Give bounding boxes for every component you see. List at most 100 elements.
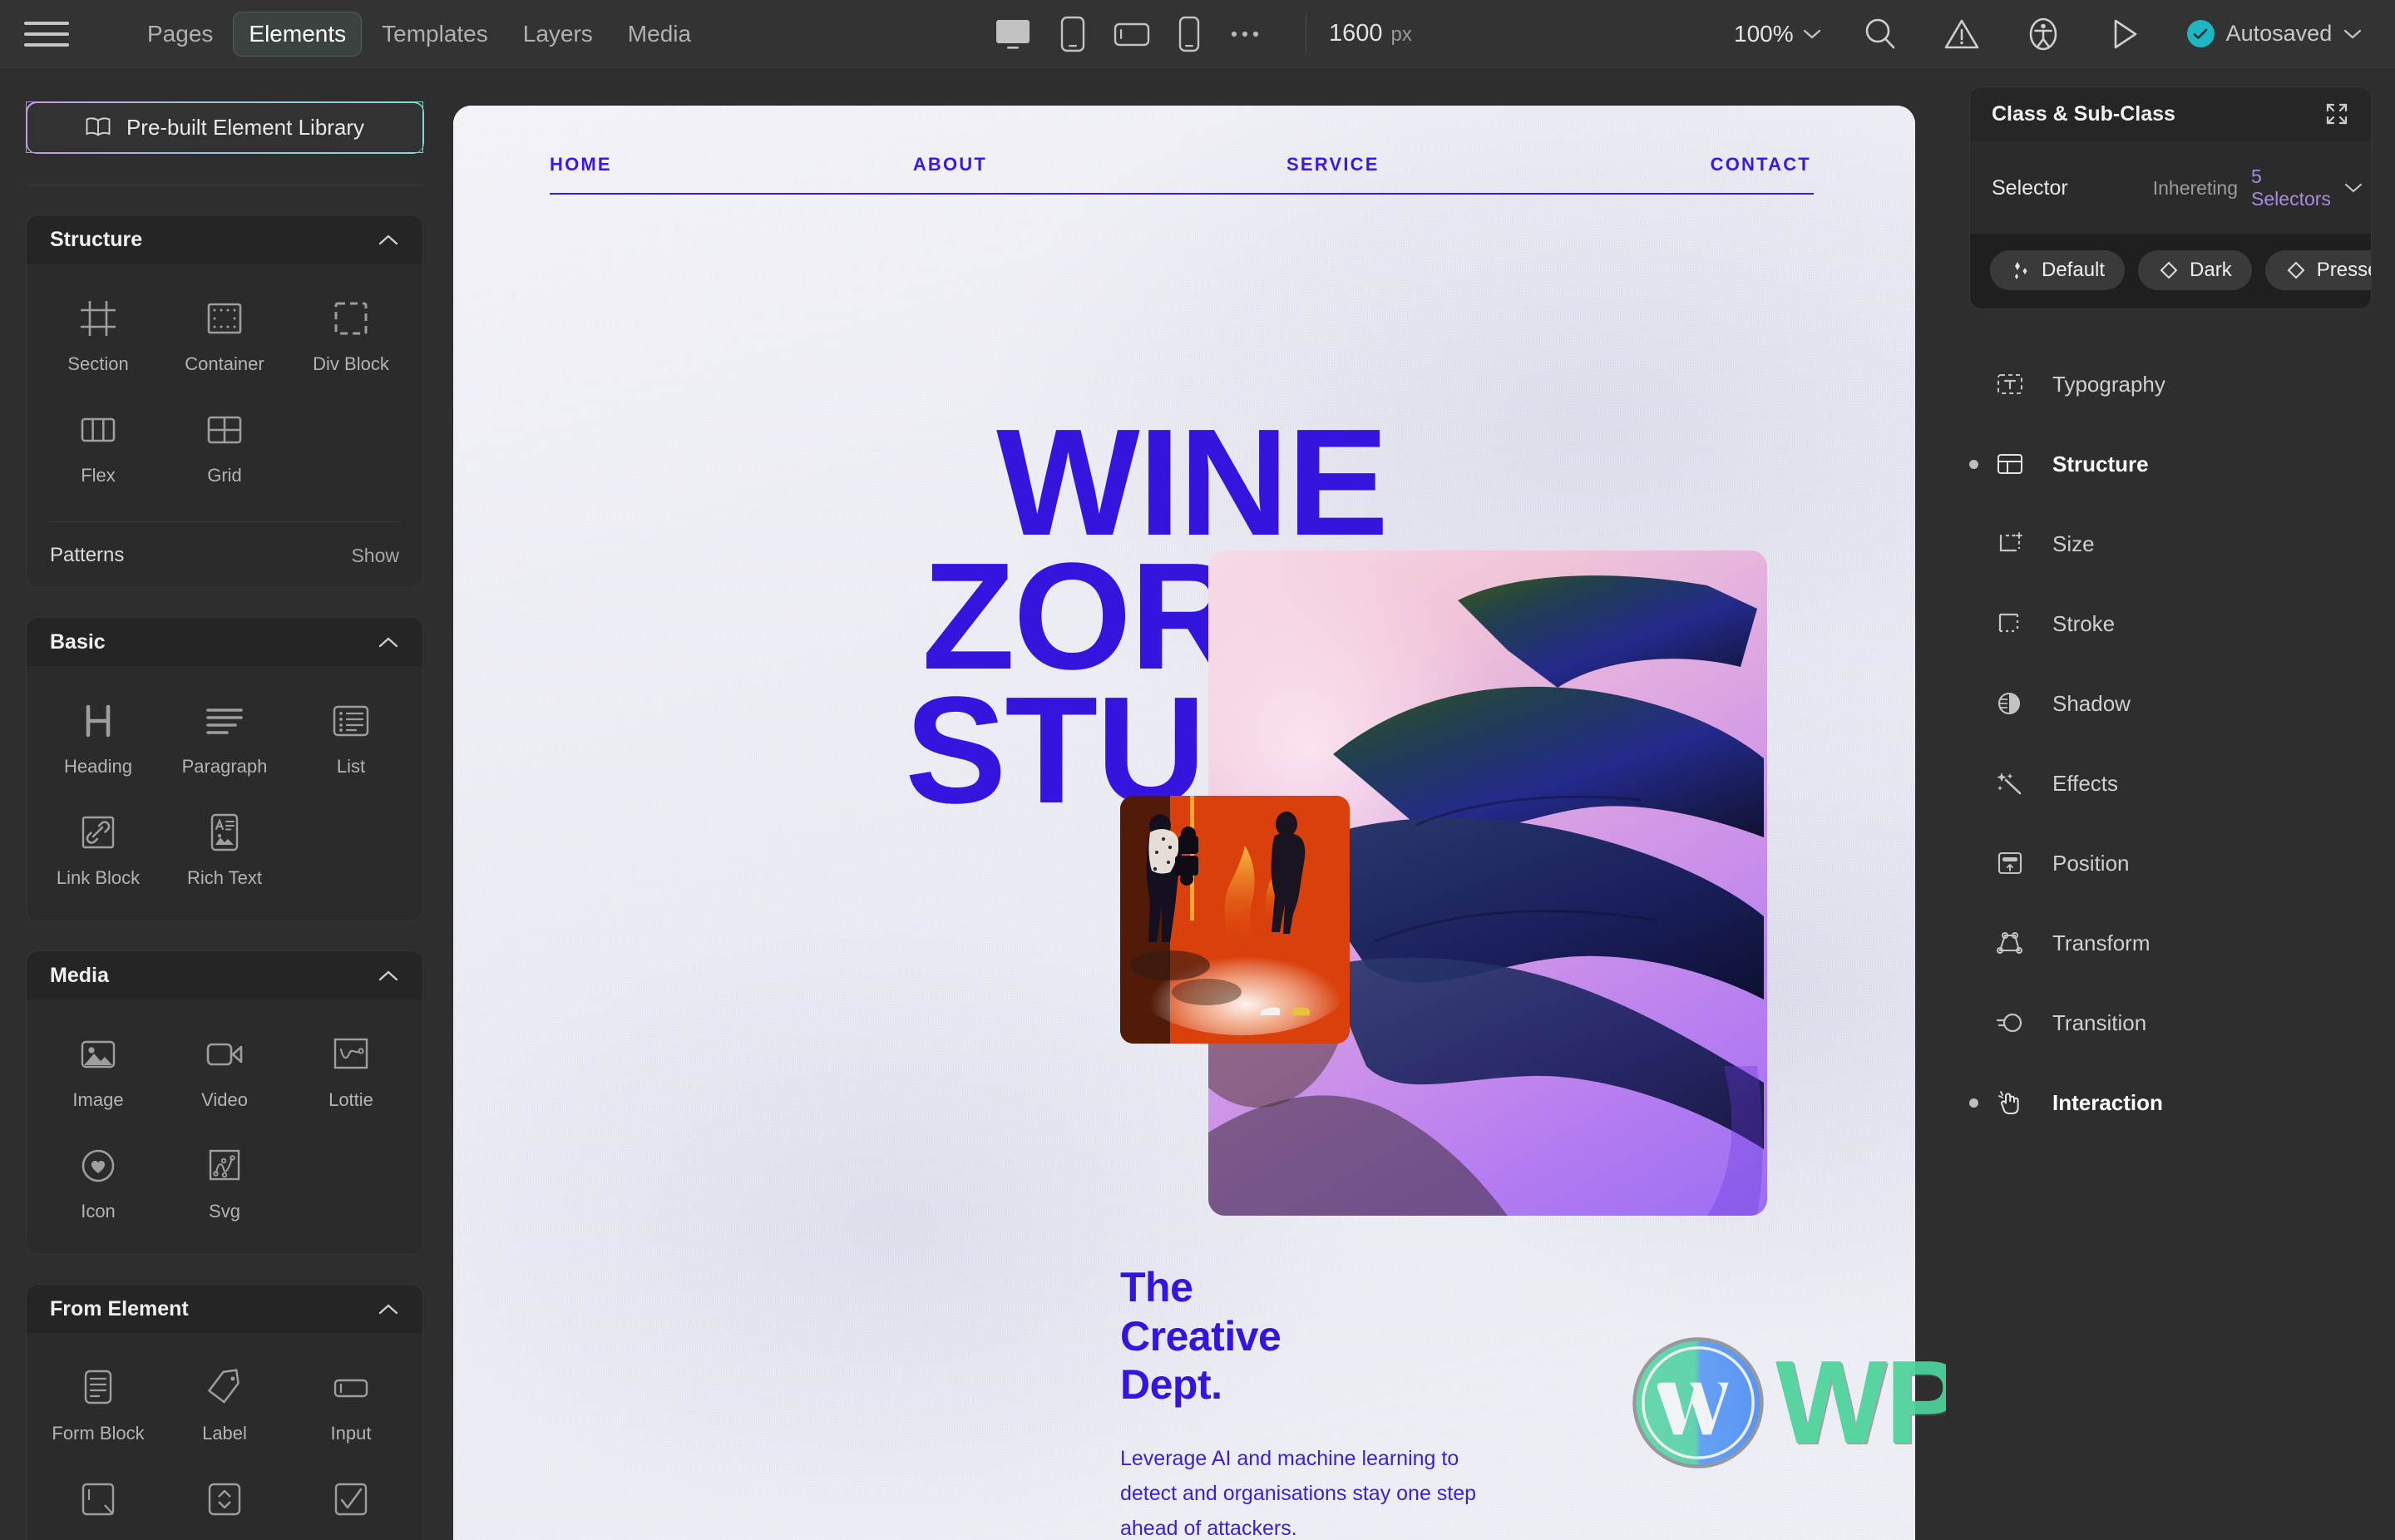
state-chips: Default Dark Press <box>1970 234 2371 308</box>
property-structure[interactable]: Structure <box>1969 424 2372 504</box>
element-lottie[interactable]: Lottie <box>288 1021 414 1126</box>
element-section[interactable]: Section <box>35 285 161 390</box>
top-toolbar: Pages Elements Templates Layers Media 16… <box>0 0 2395 68</box>
element-link-block[interactable]: Link Block <box>35 799 161 904</box>
position-align-icon <box>1996 850 2039 876</box>
chevron-up-icon[interactable] <box>378 636 399 649</box>
site-nav-about[interactable]: ABOUT <box>913 154 987 175</box>
select-dropdown-icon <box>204 1476 245 1523</box>
basic-items: Heading Paragraph List Link Block Rich T… <box>27 666 422 921</box>
chevron-up-icon[interactable] <box>378 234 399 246</box>
property-transition[interactable]: Transition <box>1969 983 2372 1063</box>
patterns-show-link[interactable]: Show <box>351 545 399 567</box>
property-transform[interactable]: Transform <box>1969 903 2372 983</box>
group-media-header[interactable]: Media <box>27 951 422 1000</box>
site-navigation: HOME ABOUT SERVICE CONTACT <box>503 154 1865 195</box>
tab-layers[interactable]: Layers <box>508 12 608 56</box>
property-interaction[interactable]: Interaction <box>1969 1063 2372 1143</box>
prebuilt-element-library-button[interactable]: Pre-built Element Library <box>26 101 423 153</box>
tablet-portrait-icon[interactable] <box>1060 16 1085 52</box>
group-from-element: From Element Form Block Label Input <box>26 1284 423 1540</box>
search-icon[interactable] <box>1849 9 1911 59</box>
element-input[interactable]: Input <box>288 1355 414 1459</box>
zoom-selector[interactable]: 100% <box>1726 16 1830 52</box>
desktop-icon[interactable] <box>994 17 1032 51</box>
tab-templates[interactable]: Templates <box>367 12 503 56</box>
expand-arrows-icon[interactable] <box>2324 101 2349 126</box>
save-status-menu[interactable]: Autosaved <box>2186 20 2363 47</box>
element-select[interactable] <box>161 1466 288 1540</box>
selector-label: Selector <box>1992 175 2068 200</box>
element-label: Lottie <box>328 1089 373 1110</box>
element-div-block[interactable]: Div Block <box>288 285 414 390</box>
element-flex[interactable]: Flex <box>35 397 161 501</box>
studio-photoshoot-image[interactable] <box>1120 796 1350 1044</box>
design-canvas[interactable]: HOME ABOUT SERVICE CONTACT WINE ZORDAN S… <box>453 106 1915 1540</box>
element-list[interactable]: List <box>288 688 414 792</box>
tab-media[interactable]: Media <box>613 12 706 56</box>
element-label: Section <box>67 353 129 374</box>
element-label: Container <box>185 353 264 374</box>
state-chip-default[interactable]: Default <box>1990 250 2126 290</box>
inheriting-label: Inhereting <box>2152 176 2239 199</box>
property-effects[interactable]: Effects <box>1969 743 2372 823</box>
selector-count-link[interactable]: 5 Selectors <box>2251 165 2331 210</box>
property-stroke[interactable]: Stroke <box>1969 584 2372 664</box>
group-structure: Structure Section Container Div Block Fl… <box>26 215 423 588</box>
property-size[interactable]: Size <box>1969 504 2372 584</box>
label-tag-icon <box>204 1365 245 1411</box>
canvas-width-field[interactable]: 1600 px <box>1329 20 1412 47</box>
element-label-field[interactable]: Label <box>161 1355 288 1459</box>
chevron-down-icon <box>2344 29 2362 38</box>
property-typography[interactable]: Typography <box>1969 344 2372 424</box>
chip-label: Dark <box>2190 259 2232 281</box>
element-textarea[interactable] <box>35 1466 161 1540</box>
chevron-up-icon[interactable] <box>378 970 399 982</box>
tab-pages[interactable]: Pages <box>132 12 228 56</box>
element-icon[interactable]: Icon <box>35 1133 161 1237</box>
style-sidebar: Class & Sub-Class Selector Inhereting 5 … <box>1946 68 2395 1540</box>
element-label: Svg <box>209 1201 240 1222</box>
state-chip-dark[interactable]: Dark <box>2138 250 2252 290</box>
heart-circle-icon <box>77 1143 119 1189</box>
site-nav-contact[interactable]: CONTACT <box>1711 154 1811 175</box>
chevron-up-icon[interactable] <box>378 1303 399 1315</box>
element-image[interactable]: Image <box>35 1021 161 1126</box>
site-nav-service[interactable]: SERVICE <box>1286 154 1380 175</box>
play-preview-icon[interactable] <box>2094 9 2156 59</box>
accessibility-icon[interactable] <box>2012 9 2074 59</box>
state-chip-pressed[interactable]: Pressed <box>2264 250 2371 290</box>
element-checkbox[interactable] <box>288 1466 414 1540</box>
element-rich-text[interactable]: Rich Text <box>161 799 288 904</box>
group-basic-header[interactable]: Basic <box>27 618 422 666</box>
media-items: Image Video Lottie Icon Svg <box>27 1000 422 1254</box>
hamburger-icon[interactable] <box>24 17 69 51</box>
site-nav-home[interactable]: HOME <box>550 154 612 175</box>
group-title: Structure <box>50 227 143 251</box>
element-grid[interactable]: Grid <box>161 397 288 501</box>
element-video[interactable]: Video <box>161 1021 288 1126</box>
chevron-down-icon[interactable] <box>2344 182 2363 194</box>
group-from-element-header[interactable]: From Element <box>27 1285 422 1333</box>
textarea-icon <box>77 1476 119 1523</box>
more-breakpoints-icon[interactable] <box>1228 28 1262 40</box>
property-label: Position <box>2052 850 2130 876</box>
element-paragraph[interactable]: Paragraph <box>161 688 288 792</box>
tab-elements[interactable]: Elements <box>233 11 363 57</box>
tablet-landscape-icon[interactable] <box>1114 20 1150 48</box>
elements-sidebar: Pre-built Element Library Structure Sect… <box>0 68 449 1540</box>
warning-icon[interactable] <box>1931 9 1993 59</box>
property-position[interactable]: Position <box>1969 823 2372 903</box>
diamond-outline-icon <box>2158 259 2180 281</box>
property-label: Transition <box>2052 1009 2147 1035</box>
mobile-icon[interactable] <box>1178 16 1200 52</box>
property-shadow[interactable]: Shadow <box>1969 664 2372 743</box>
group-structure-header[interactable]: Structure <box>27 215 422 264</box>
element-svg[interactable]: Svg <box>161 1133 288 1237</box>
group-title: From Element <box>50 1296 189 1320</box>
sparkle-diamond-icon <box>2010 259 2032 281</box>
element-heading[interactable]: Heading <box>35 688 161 792</box>
flex-columns-icon <box>77 407 119 453</box>
element-container[interactable]: Container <box>161 285 288 390</box>
element-form-block[interactable]: Form Block <box>35 1355 161 1459</box>
